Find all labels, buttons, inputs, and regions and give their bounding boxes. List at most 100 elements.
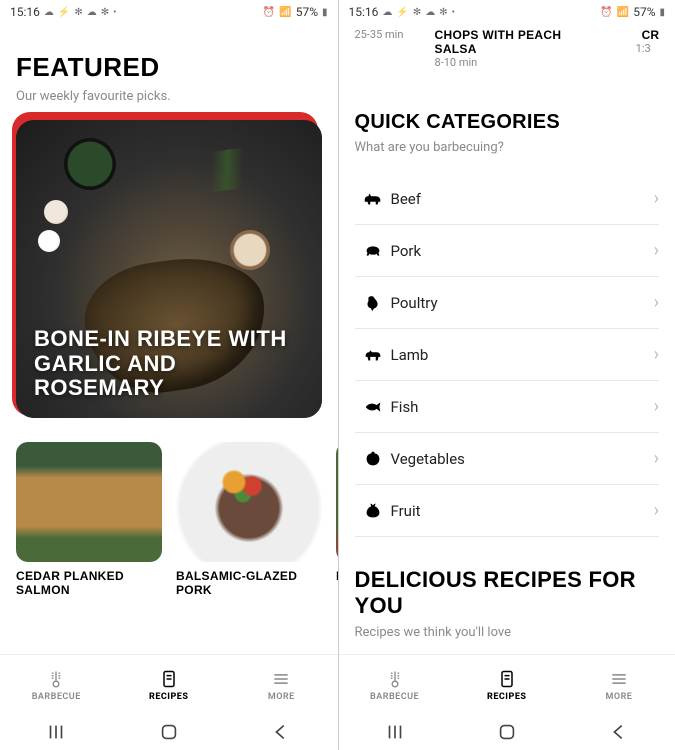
screen-categories: 15:16 ☁ ⚡ ✻ ☁ ✻ • ⏰ 📶 57% ▮ 25-35 min CH… <box>338 0 675 750</box>
category-label: Beef <box>391 190 654 208</box>
status-icon: ☁ <box>87 7 97 18</box>
back-icon[interactable] <box>270 721 292 743</box>
tab-barbecue[interactable]: BARBECUE <box>0 655 113 714</box>
status-icon: ☁ <box>425 7 435 18</box>
category-label: Pork <box>391 242 654 260</box>
category-list: Beef › Pork › Poultry › Lamb › <box>355 173 660 537</box>
category-label: Fish <box>391 398 654 416</box>
featured-subtitle: Our weekly favourite picks. <box>16 89 322 104</box>
status-battery: 57% <box>296 5 318 19</box>
quick-categories-sub: What are you barbecuing? <box>355 140 660 155</box>
cook-time: 1:3 <box>636 42 659 55</box>
recipe-card[interactable]: CEDAR PLANKED SALMON <box>16 442 162 598</box>
category-vegetables[interactable]: Vegetables › <box>355 433 660 485</box>
status-icon: ⚡ <box>58 7 70 18</box>
bottom-tabs: BARBECUE RECIPES MORE <box>339 654 675 714</box>
hero-title: BONE-IN RIBEYE WITH GARLIC AND ROSEMARY <box>34 327 292 400</box>
android-navbar <box>0 714 338 750</box>
chevron-right-icon: › <box>654 344 659 365</box>
thumbnail-row[interactable]: CEDAR PLANKED SALMON BALSAMIC-GLAZED POR… <box>16 442 322 598</box>
category-lamb[interactable]: Lamb › <box>355 329 660 381</box>
status-icon: • <box>452 7 455 18</box>
fish-icon <box>355 396 391 418</box>
home-icon[interactable] <box>496 721 518 743</box>
menu-icon <box>609 668 629 690</box>
fruit-icon <box>355 500 391 522</box>
category-label: Lamb <box>391 346 654 364</box>
recipe-icon <box>159 668 179 690</box>
status-icon: ✻ <box>74 7 82 18</box>
status-icon: • <box>113 7 116 18</box>
status-icon: ⚡ <box>396 7 408 18</box>
recipe-icon <box>497 668 517 690</box>
chevron-right-icon: › <box>654 188 659 209</box>
tab-label: MORE <box>605 692 632 702</box>
chevron-right-icon: › <box>654 396 659 417</box>
status-icon: ✻ <box>413 7 421 18</box>
recipe-title: CR <box>642 28 659 42</box>
lamb-icon <box>355 344 391 366</box>
alarm-icon: ⏰ <box>263 7 275 18</box>
recents-icon[interactable] <box>384 721 406 743</box>
category-beef[interactable]: Beef › <box>355 173 660 225</box>
menu-icon <box>271 668 291 690</box>
tab-more[interactable]: MORE <box>225 655 338 714</box>
category-fruit[interactable]: Fruit › <box>355 485 660 537</box>
category-poultry[interactable]: Poultry › <box>355 277 660 329</box>
tab-recipes[interactable]: RECIPES <box>451 655 563 714</box>
category-pork[interactable]: Pork › <box>355 225 660 277</box>
delicious-heading: DELICIOUS RECIPES FOR YOU <box>355 567 660 619</box>
signal-icon: 📶 <box>617 7 629 18</box>
screen-featured: 15:16 ☁ ⚡ ✻ ☁ ✻ • ⏰ 📶 57% ▮ FEATURED Our… <box>0 0 338 750</box>
alarm-icon: ⏰ <box>600 7 612 18</box>
status-time: 15:16 <box>10 5 40 19</box>
thermometer-icon <box>385 668 405 690</box>
hero-image: BONE-IN RIBEYE WITH GARLIC AND ROSEMARY <box>16 120 322 418</box>
status-time: 15:16 <box>349 5 379 19</box>
status-bar: 15:16 ☁ ⚡ ✻ ☁ ✻ • ⏰ 📶 57% ▮ <box>0 0 338 24</box>
tab-label: MORE <box>268 692 295 702</box>
category-fish[interactable]: Fish › <box>355 381 660 433</box>
android-navbar <box>339 714 675 750</box>
bottom-tabs: BARBECUE RECIPES MORE <box>0 654 338 714</box>
tab-label: RECIPES <box>149 692 188 702</box>
thermometer-icon <box>46 668 66 690</box>
status-icon: ✻ <box>439 7 447 18</box>
tab-barbecue[interactable]: BARBECUE <box>339 655 451 714</box>
hero-card[interactable]: BONE-IN RIBEYE WITH GARLIC AND ROSEMARY <box>16 120 322 424</box>
back-icon[interactable] <box>608 721 630 743</box>
recipe-card[interactable]: BALSAMIC-GLAZED PORK <box>176 442 322 598</box>
quick-categories-heading: QUICK CATEGORIES <box>355 111 660 134</box>
chevron-right-icon: › <box>654 448 659 469</box>
category-label: Fruit <box>391 502 654 520</box>
recipe-image <box>176 442 322 562</box>
cow-icon <box>355 188 391 210</box>
home-icon[interactable] <box>158 721 180 743</box>
recipe-title: CEDAR PLANKED SALMON <box>16 570 162 598</box>
chevron-right-icon: › <box>654 240 659 261</box>
status-icon: ☁ <box>382 7 392 18</box>
signal-icon: 📶 <box>279 7 291 18</box>
tab-more[interactable]: MORE <box>563 655 675 714</box>
battery-icon: ▮ <box>659 7 665 18</box>
tab-label: RECIPES <box>487 692 526 702</box>
status-bar: 15:16 ☁ ⚡ ✻ ☁ ✻ • ⏰ 📶 57% ▮ <box>339 0 675 24</box>
status-battery: 57% <box>633 5 655 19</box>
category-label: Poultry <box>391 294 654 312</box>
status-icon: ☁ <box>44 7 54 18</box>
tab-label: BARBECUE <box>32 692 81 702</box>
category-label: Vegetables <box>391 450 654 468</box>
status-icon: ✻ <box>101 7 109 18</box>
cook-time: 25-35 min <box>355 28 404 69</box>
tab-recipes[interactable]: RECIPES <box>113 655 226 714</box>
recipe-row-peek[interactable]: 25-35 min CHOPS WITH PEACH SALSA 8-10 mi… <box>355 28 660 69</box>
chevron-right-icon: › <box>654 292 659 313</box>
pig-icon <box>355 240 391 262</box>
recents-icon[interactable] <box>45 721 67 743</box>
tab-label: BARBECUE <box>370 692 419 702</box>
chicken-icon <box>355 292 391 314</box>
recipe-title: BALSAMIC-GLAZED PORK <box>176 570 322 598</box>
delicious-sub: Recipes we think you'll love <box>355 625 660 640</box>
featured-heading: FEATURED <box>16 52 322 83</box>
chevron-right-icon: › <box>654 500 659 521</box>
